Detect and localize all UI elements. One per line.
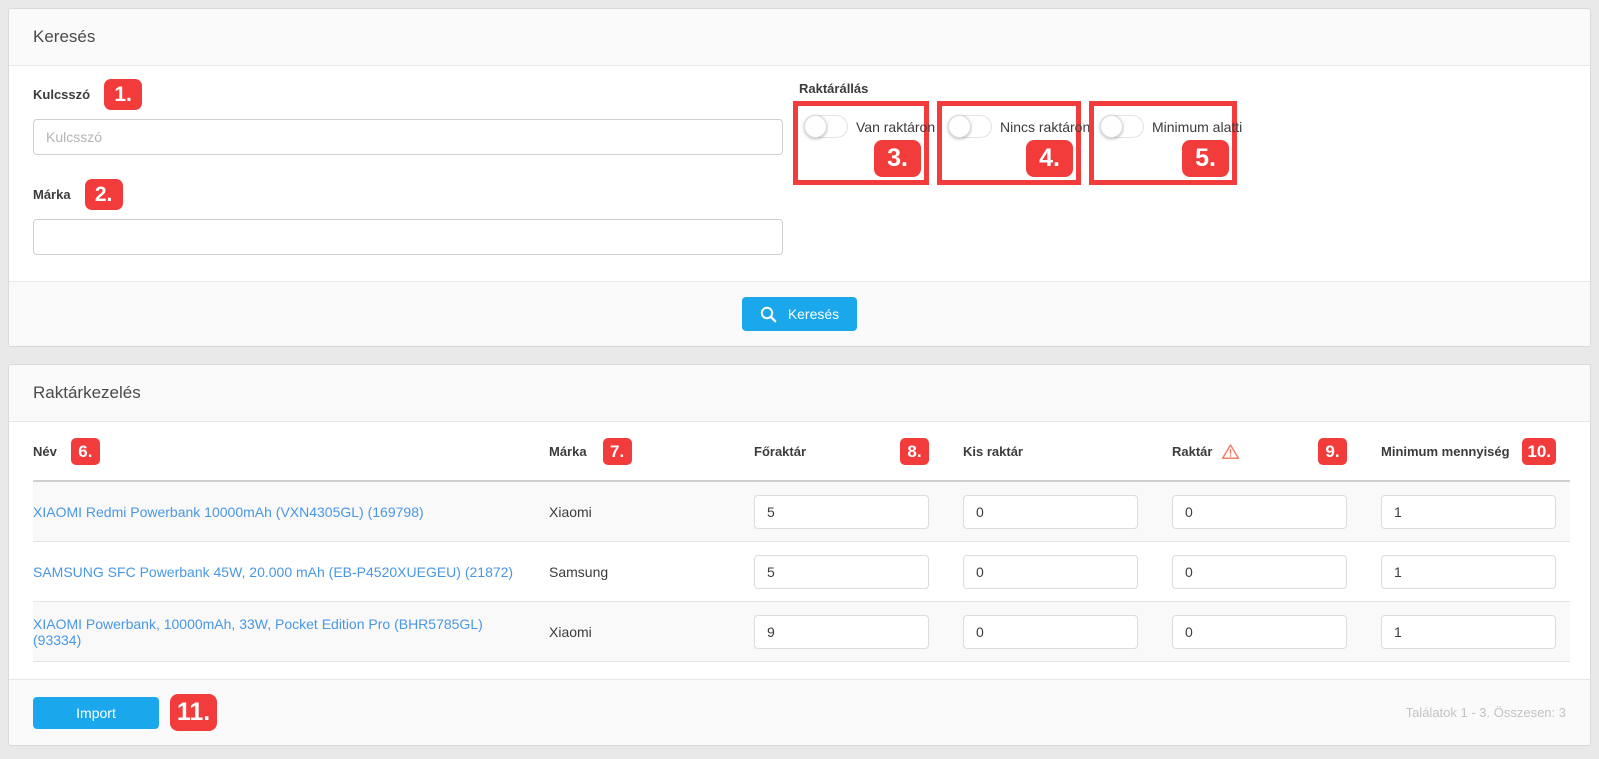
stock-management-panel: Raktárkezelés Név 6. Márka 7. Főraktár 8… bbox=[8, 364, 1591, 746]
search-panel: Keresés Kulcsszó 1. Márka 2. Raktárállás bbox=[8, 8, 1591, 347]
in-stock-toggle-label: Van raktáron bbox=[856, 118, 936, 135]
out-of-stock-toggle[interactable] bbox=[948, 115, 992, 138]
table-row: XIAOMI Powerbank, 10000mAh, 33W, Pocket … bbox=[33, 602, 1570, 662]
table-row: XIAOMI Redmi Powerbank 10000mAh (VXN4305… bbox=[33, 482, 1570, 542]
column-header-main-stock: Főraktár bbox=[754, 443, 807, 459]
search-form: Kulcsszó 1. Márka 2. Raktárállás bbox=[9, 66, 1590, 281]
product-link[interactable]: SAMSUNG SFC Powerbank 45W, 20.000 mAh (E… bbox=[33, 564, 513, 580]
brand-label: Márka bbox=[33, 187, 71, 202]
column-header-brand: Márka bbox=[549, 443, 587, 459]
search-button-label: Keresés bbox=[787, 306, 840, 322]
toggle-box-below-minimum: Minimum alatti 5. bbox=[1089, 101, 1242, 185]
small-stock-input[interactable] bbox=[963, 494, 1138, 529]
annotation-badge-9: 9. bbox=[1318, 437, 1347, 465]
annotation-badge-6: 6. bbox=[70, 437, 100, 465]
main-stock-input[interactable] bbox=[754, 554, 929, 589]
annotation-badge-3: 3. bbox=[874, 140, 921, 177]
out-of-stock-toggle-label: Nincs raktáron bbox=[1000, 118, 1091, 135]
brand-cell: Samsung bbox=[549, 563, 609, 580]
stock-status-label: Raktárállás bbox=[799, 81, 869, 96]
annotation-badge-1: 1. bbox=[104, 79, 143, 110]
table-panel-footer: Import 11. Találatok 1 - 3. Összesen: 3 bbox=[9, 679, 1590, 745]
toggle-knob bbox=[1100, 115, 1123, 138]
annotation-badge-2: 2. bbox=[84, 179, 123, 210]
stock-status-group: Raktárállás Van raktáron 3. Nincs raktár… bbox=[793, 79, 1242, 255]
column-header-stock: Raktár bbox=[1172, 443, 1213, 459]
annotation-badge-8: 8. bbox=[900, 437, 929, 465]
product-link[interactable]: XIAOMI Redmi Powerbank 10000mAh (VXN4305… bbox=[33, 504, 424, 520]
min-qty-input[interactable] bbox=[1381, 614, 1556, 649]
toggle-knob bbox=[948, 115, 971, 138]
toggle-box-out-of-stock: Nincs raktáron 4. bbox=[937, 101, 1090, 185]
brand-cell: Xiaomi bbox=[549, 623, 592, 640]
column-header-name: Név bbox=[33, 443, 57, 459]
table-header-row: Név 6. Márka 7. Főraktár 8. Kis raktár R… bbox=[33, 422, 1570, 482]
small-stock-input[interactable] bbox=[963, 614, 1138, 649]
brand-input[interactable] bbox=[33, 219, 783, 255]
search-icon bbox=[760, 306, 777, 323]
stock-input[interactable] bbox=[1172, 494, 1347, 529]
annotation-badge-7: 7. bbox=[602, 437, 632, 465]
stock-table: Név 6. Márka 7. Főraktár 8. Kis raktár R… bbox=[9, 422, 1590, 679]
keyword-field-group: Kulcsszó 1. bbox=[33, 79, 783, 155]
toggle-knob bbox=[804, 115, 827, 138]
min-qty-input[interactable] bbox=[1381, 494, 1556, 529]
stock-management-title: Raktárkezelés bbox=[9, 365, 1590, 422]
annotation-badge-11: 11. bbox=[170, 694, 217, 731]
table-row: SAMSUNG SFC Powerbank 45W, 20.000 mAh (E… bbox=[33, 542, 1570, 602]
search-button[interactable]: Keresés bbox=[741, 297, 858, 331]
keyword-input[interactable] bbox=[33, 119, 783, 155]
search-panel-title: Keresés bbox=[9, 9, 1590, 66]
min-qty-input[interactable] bbox=[1381, 554, 1556, 589]
main-stock-input[interactable] bbox=[754, 494, 929, 529]
column-header-small-stock: Kis raktár bbox=[963, 443, 1023, 459]
main-stock-input[interactable] bbox=[754, 614, 929, 649]
below-minimum-toggle[interactable] bbox=[1100, 115, 1144, 138]
import-button[interactable]: Import bbox=[33, 696, 159, 729]
brand-field-group: Márka 2. bbox=[33, 179, 783, 255]
stock-input[interactable] bbox=[1172, 614, 1347, 649]
results-count: Találatok 1 - 3. Összesen: 3 bbox=[1405, 705, 1566, 720]
small-stock-input[interactable] bbox=[963, 554, 1138, 589]
brand-cell: Xiaomi bbox=[549, 503, 592, 520]
product-link[interactable]: XIAOMI Powerbank, 10000mAh, 33W, Pocket … bbox=[33, 616, 533, 648]
warning-triangle-icon bbox=[1221, 443, 1240, 460]
in-stock-toggle[interactable] bbox=[804, 115, 848, 138]
annotation-badge-5: 5. bbox=[1182, 140, 1229, 177]
keyword-label: Kulcsszó bbox=[33, 87, 91, 102]
column-header-min-qty: Minimum mennyiség bbox=[1381, 443, 1510, 459]
below-minimum-toggle-label: Minimum alatti bbox=[1152, 118, 1243, 135]
stock-input[interactable] bbox=[1172, 554, 1347, 589]
annotation-badge-10: 10. bbox=[1522, 437, 1556, 465]
annotation-badge-4: 4. bbox=[1026, 140, 1073, 177]
toggle-box-in-stock: Van raktáron 3. bbox=[793, 101, 935, 185]
search-panel-footer: Keresés bbox=[9, 281, 1590, 346]
